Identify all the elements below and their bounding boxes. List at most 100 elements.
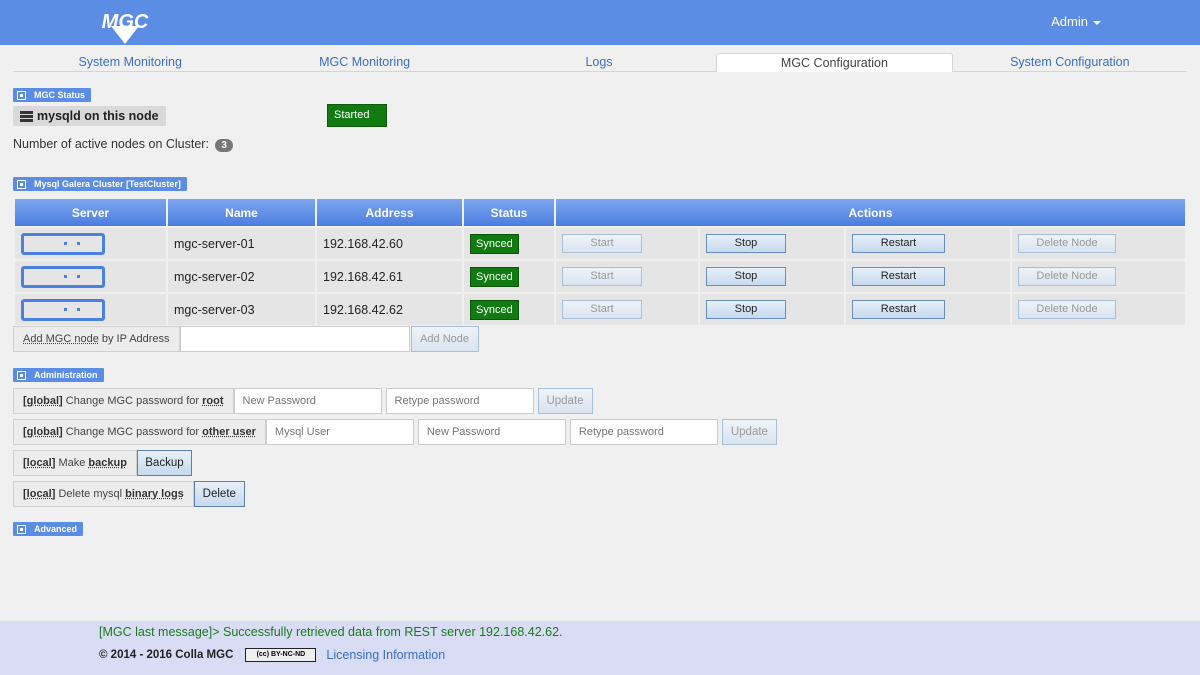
mgc-logo[interactable]: MGC [97,4,153,44]
restart-button[interactable]: Restart [852,267,945,286]
scope-label: [global] [23,395,63,407]
add-node-label-suffix: by IP Address [98,333,170,345]
delete-binlogs-row: [local] Delete mysql binary logs Delete [13,481,245,507]
scope-label: [local] [23,488,56,500]
section-cluster[interactable]: Mysql Galera Cluster [TestCluster] [13,177,187,191]
target-label: backup [88,457,127,469]
col-name: Name [168,199,315,226]
other-new-password-input[interactable] [417,419,566,445]
admin-menu[interactable]: Admin [1051,14,1101,29]
admin-label: Admin [1051,14,1088,29]
server-address: 192.168.42.60 [317,228,462,259]
active-nodes-info: Number of active nodes on Cluster: 3 [13,137,233,152]
add-node-label-main: Add MGC node [23,333,99,345]
other-user-password-label: [global] Change MGC password for other u… [13,419,266,445]
col-address: Address [317,199,462,226]
restart-cell: Restart [846,228,1010,259]
add-node-row: Add MGC node by IP Address Add Node [13,326,479,352]
delete-binlogs-button[interactable]: Delete [193,481,245,507]
backup-label: [local] Make backup [13,450,137,476]
active-nodes-label: Number of active nodes on Cluster: [13,137,209,151]
mysql-user-input[interactable] [265,419,414,445]
root-retype-password-input[interactable] [385,388,534,414]
section-administration[interactable]: Administration [13,368,104,382]
start-cell: Start [556,261,698,292]
delete-cell: Delete Node [1012,228,1185,259]
delete-cell: Delete Node [1012,261,1185,292]
server-name: mgc-server-02 [168,261,315,292]
svg-text:MGC: MGC [102,11,149,33]
label-text: Delete mysql [55,488,126,500]
stop-cell: Stop [700,228,844,259]
server-icon [21,298,105,321]
scope-label: [local] [23,457,56,469]
restart-button[interactable]: Restart [852,234,945,253]
root-new-password-input[interactable] [233,388,382,414]
col-status: Status [464,199,554,226]
section-title: Administration [34,370,98,380]
caret-down-icon [1093,20,1101,25]
label-text: Make [55,457,89,469]
delete-node-button[interactable]: Delete Node [1018,234,1116,253]
start-button[interactable]: Start [562,300,642,319]
add-node-label: Add MGC node by IP Address [13,326,180,352]
backup-button[interactable]: Backup [136,450,192,476]
section-title: MGC Status [34,90,86,100]
delete-node-button[interactable]: Delete Node [1018,300,1116,319]
collapse-icon [17,179,26,189]
restart-button[interactable]: Restart [852,300,945,319]
status-cell: Synced [464,261,554,292]
server-cell [15,261,166,292]
tab-mgc-monitoring[interactable]: MGC Monitoring [247,53,481,71]
copyright: © 2014 - 2016 Colla MGC [99,649,234,661]
server-address: 192.168.42.61 [317,261,462,292]
restart-cell: Restart [846,294,1010,325]
stop-button[interactable]: Stop [706,300,786,319]
root-password-label: [global] Change MGC password for root [13,388,234,414]
licensing-link[interactable]: Licensing Information [326,648,445,662]
collapse-icon [17,370,26,380]
server-cell [15,294,166,325]
top-bar: MGC Admin [0,0,1200,45]
status-cell: Synced [464,294,554,325]
tab-system-configuration[interactable]: System Configuration [953,53,1187,71]
target-label: root [202,395,224,407]
active-nodes-count: 3 [215,139,233,152]
stop-button[interactable]: Stop [706,267,786,286]
delete-node-button[interactable]: Delete Node [1018,267,1116,286]
tab-mgc-configuration[interactable]: MGC Configuration [716,53,953,72]
section-advanced[interactable]: Advanced [13,522,84,536]
root-update-button[interactable]: Update [537,388,593,414]
server-icon [21,265,105,288]
tab-logs[interactable]: Logs [482,53,716,71]
section-mgc-status[interactable]: MGC Status [13,88,92,102]
start-cell: Start [556,228,698,259]
table-row: mgc-server-03 192.168.42.62 Synced Start… [15,294,1185,325]
add-node-button[interactable]: Add Node [410,326,479,352]
start-button[interactable]: Start [562,267,642,286]
main-tabs: System Monitoring MGC Monitoring Logs MG… [13,53,1187,72]
other-update-button[interactable]: Update [721,419,777,445]
other-retype-password-input[interactable] [569,419,718,445]
tab-system-monitoring[interactable]: System Monitoring [13,53,247,71]
scope-label: [global] [23,426,63,438]
delete-cell: Delete Node [1012,294,1185,325]
node-label: mysqld on this node [13,106,166,126]
cc-license-badge[interactable]: (cc) BY-NC-ND [245,648,317,662]
status-badge: Synced [470,233,519,254]
other-user-password-row: [global] Change MGC password for other u… [13,419,777,445]
status-badge: Synced [470,266,519,287]
stop-cell: Stop [700,261,844,292]
table-row: mgc-server-01 192.168.42.60 Synced Start… [15,228,1185,259]
status-cell: Synced [464,228,554,259]
server-address: 192.168.42.62 [317,294,462,325]
stop-cell: Stop [700,294,844,325]
ip-address-input[interactable] [179,326,410,352]
stop-button[interactable]: Stop [706,234,786,253]
server-cell [15,228,166,259]
col-actions: Actions [556,199,1185,226]
target-label: other user [202,426,256,438]
footer: [MGC last message]> Successfully retriev… [0,621,1200,675]
start-button[interactable]: Start [562,234,642,253]
footer-copyright-row: © 2014 - 2016 Colla MGC (cc) BY-NC-ND Li… [99,648,445,662]
